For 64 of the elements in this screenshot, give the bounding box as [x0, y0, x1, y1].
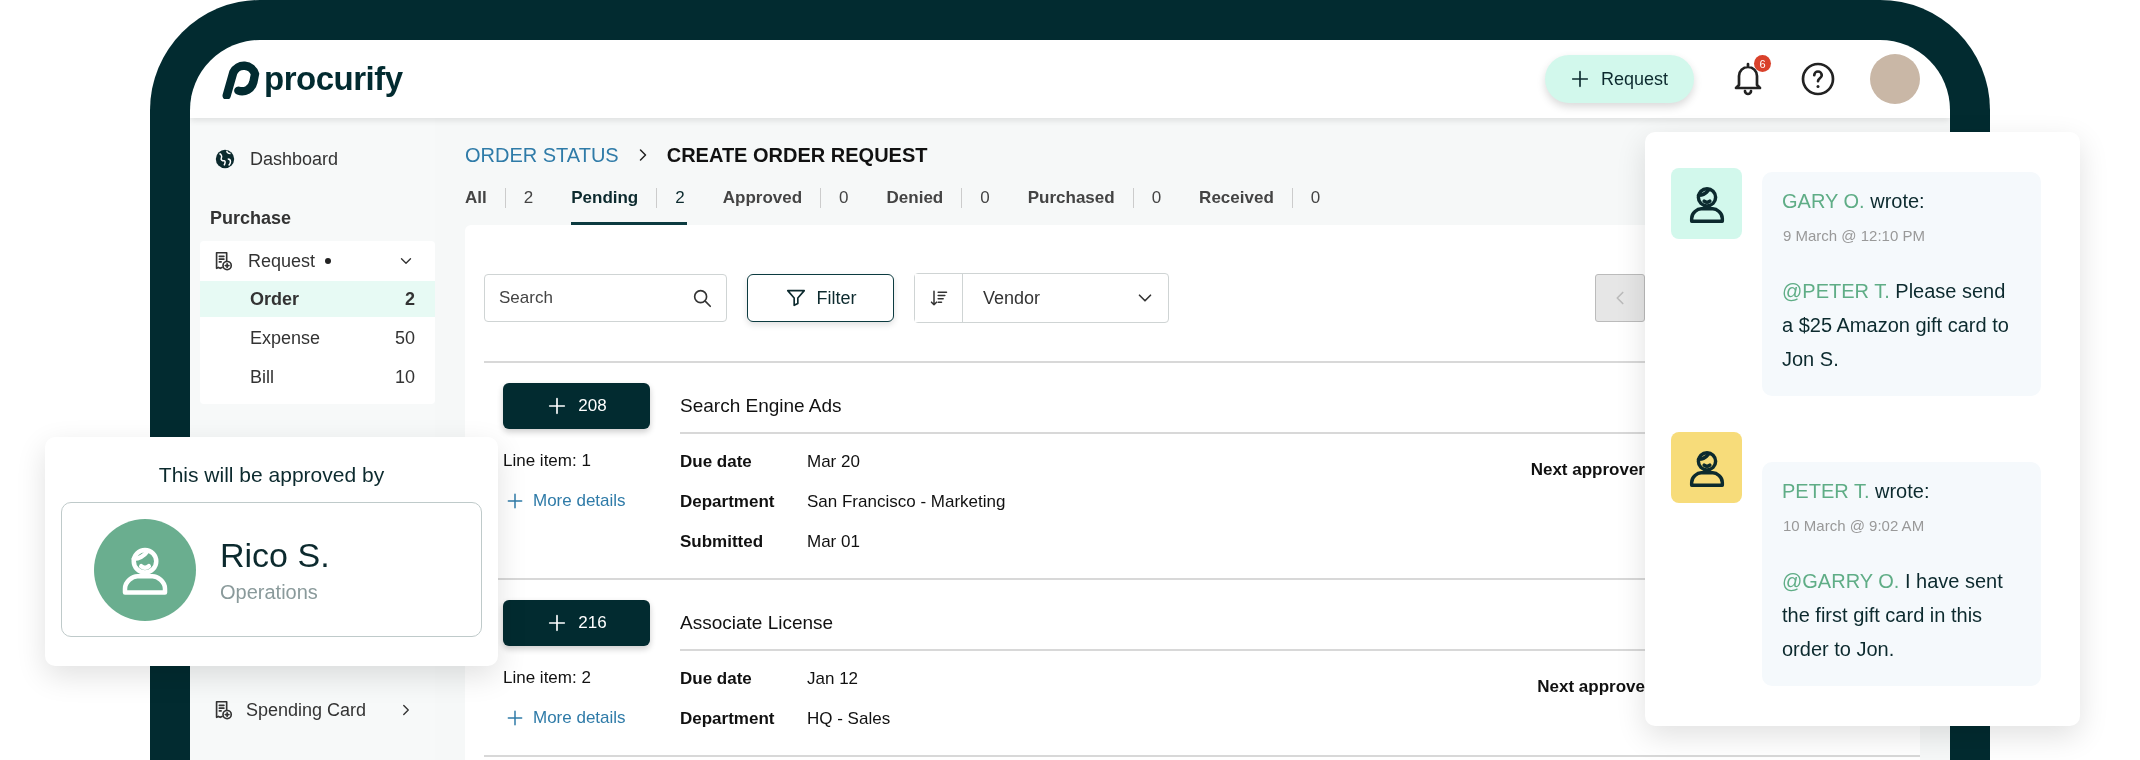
- more-details-link[interactable]: More details: [505, 708, 680, 728]
- status-tab[interactable]: Received 0: [1199, 188, 1323, 225]
- sidebar-item[interactable]: Dashboard: [200, 146, 435, 172]
- approver-department: Operations: [220, 580, 319, 604]
- status-tab[interactable]: Approved 0: [722, 188, 851, 225]
- filter-button[interactable]: Filter: [747, 274, 894, 322]
- logo-icon: [220, 59, 260, 99]
- status-tab[interactable]: Purchased 0: [1027, 188, 1164, 225]
- field-value: San Francisco - Marketing: [807, 492, 1006, 512]
- logo-text: procurify: [264, 60, 403, 98]
- field-value: HQ - Sales: [807, 709, 891, 729]
- order-title: Associate License: [680, 600, 1645, 651]
- sidebar-subitem[interactable]: Order 2: [200, 281, 435, 317]
- field-label: Due date: [680, 452, 753, 472]
- line-item-count: Line item: 1: [503, 451, 592, 471]
- help-icon: [1800, 61, 1836, 97]
- sort-icon: [928, 288, 949, 308]
- item-count: 10: [394, 366, 415, 388]
- globe-icon: [214, 148, 236, 170]
- field-label: Department: [680, 492, 776, 512]
- sidebar-subitem[interactable]: Bill 10: [200, 359, 435, 395]
- field-value: Mar 01: [807, 532, 861, 552]
- comment-author: GARY O. wrote:: [1782, 190, 1926, 213]
- order-title: Search Engine Ads: [680, 383, 1645, 434]
- search-icon: [691, 287, 713, 309]
- comment-time: 9 March @ 12:10 PM: [1783, 227, 1926, 244]
- line-item-count: Line item: 2: [503, 668, 592, 688]
- approver-name: Rico S.: [220, 535, 330, 575]
- status-tab[interactable]: Denied 0: [886, 188, 992, 225]
- order-number-button[interactable]: 216: [503, 600, 650, 646]
- field-label: Department: [680, 709, 776, 729]
- notification-badge: 6: [1754, 55, 1771, 72]
- field-value: Mar 20: [807, 452, 861, 472]
- comment-author: PETER T. wrote:: [1782, 480, 1931, 503]
- comment-time: 10 March @ 9:02 AM: [1783, 517, 1926, 534]
- breadcrumb-link[interactable]: ORDER STATUS: [465, 143, 619, 167]
- order-number-button[interactable]: 208: [503, 383, 650, 429]
- comment-text: @GARRY O. I have sent the first gift card in this order to Jon.: [1782, 569, 2004, 662]
- search-field[interactable]: Search: [484, 274, 727, 322]
- request-button[interactable]: Request: [1544, 55, 1694, 103]
- sidebar-item[interactable]: Request: [248, 250, 316, 272]
- plus-icon: [505, 708, 525, 728]
- section-heading: Purchase: [210, 208, 293, 229]
- field-label: Due date: [680, 669, 753, 689]
- status-tab[interactable]: All 2: [465, 188, 536, 225]
- next-approver-label: Next approver: [1530, 460, 1645, 481]
- more-details-link[interactable]: More details: [505, 491, 680, 511]
- item-count: 2: [405, 288, 415, 310]
- item-label: Order: [250, 288, 300, 310]
- item-label: Expense: [250, 327, 321, 349]
- field-value: Jan 12: [807, 669, 860, 689]
- plus-icon: [505, 491, 525, 511]
- comment-text: @PETER T. Please send a $25 Amazon gift card to Jon S.: [1782, 279, 2010, 372]
- page-title: CREATE ORDER REQUEST: [666, 143, 928, 167]
- field-label: Submitted: [680, 532, 765, 552]
- sidebar-item[interactable]: Spending Card: [246, 699, 367, 721]
- sidebar-subitem[interactable]: Expense 50: [200, 320, 435, 356]
- card-title: This will be approved by: [157, 463, 386, 487]
- sort-button[interactable]: [915, 274, 963, 322]
- user-avatar[interactable]: [1870, 54, 1920, 104]
- next-approver-label: Next approve: [1537, 677, 1645, 698]
- item-label: Bill: [250, 366, 274, 388]
- item-count: 50: [394, 327, 415, 349]
- funnel-icon: [784, 287, 807, 309]
